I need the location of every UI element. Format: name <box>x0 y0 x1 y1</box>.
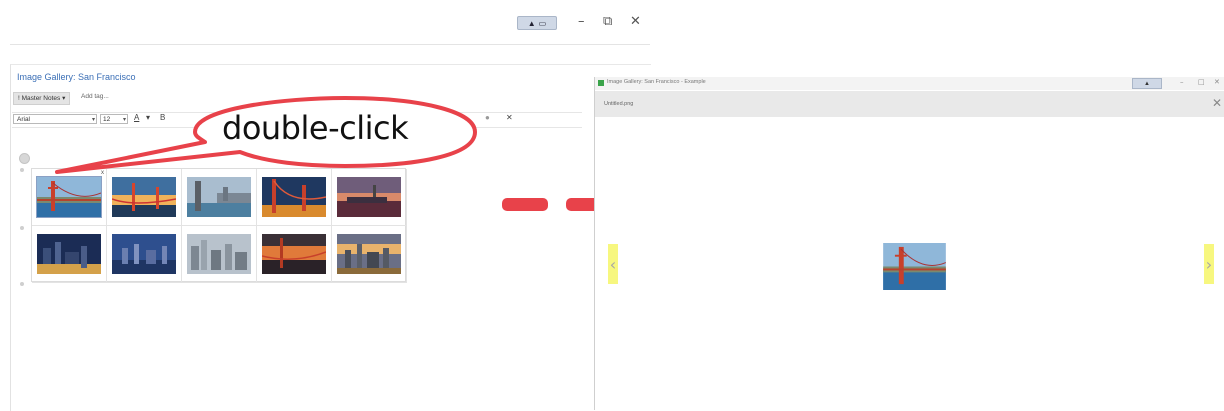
golden-gate-night-thumbnail[interactable] <box>262 177 326 217</box>
panel-icon: ▭ <box>538 18 547 28</box>
callout-text: double-click <box>222 109 409 147</box>
downtown-aerial-thumbnail[interactable] <box>187 234 251 274</box>
skyline-blue-hour-thumbnail[interactable] <box>112 234 176 274</box>
gallery-cell <box>182 169 257 226</box>
gallery-cell <box>107 169 182 226</box>
viewer-toggle-button[interactable]: ▲ <box>1132 78 1162 89</box>
close-icon[interactable]: ✕ <box>1212 96 1222 110</box>
skyline-dusk-thumbnail[interactable] <box>337 177 401 217</box>
viewer-toolbar <box>595 91 1224 117</box>
gallery-cell <box>107 226 182 283</box>
gallery-cell <box>32 226 107 283</box>
gallery-cell <box>332 226 407 283</box>
skyline-sunset-thumbnail[interactable] <box>337 234 401 274</box>
page-title[interactable]: Image Gallery: San Francisco <box>17 72 136 82</box>
font-family-value: Arial <box>17 116 31 123</box>
viewer-minimize-button[interactable]: – <box>1180 78 1184 86</box>
city-night-thumbnail[interactable] <box>37 234 101 274</box>
viewer-window-close-button[interactable]: ✕ <box>1214 78 1220 86</box>
remove-format-icon[interactable]: ✕ <box>506 113 513 122</box>
gallery-cell <box>182 226 257 283</box>
chevron-right-icon: › <box>1205 254 1213 274</box>
gallery-cell <box>257 226 332 283</box>
image-gallery-table: x <box>31 168 407 283</box>
file-name: Untitled.png <box>604 101 634 107</box>
previous-image-button[interactable]: ‹ <box>608 244 618 284</box>
gallery-cell: x <box>32 169 107 226</box>
ribbon-toggle-button[interactable]: ▲ ▭ <box>517 16 557 30</box>
golden-gate-sunset-thumbnail[interactable] <box>112 177 176 217</box>
gallery-cell <box>332 169 407 226</box>
golden-gate-thumbnail[interactable] <box>36 176 102 218</box>
viewer-title: Image Gallery: San Francisco - Example <box>607 79 706 85</box>
container-grip-handle[interactable] <box>19 153 30 164</box>
caret-up-icon: ▲ <box>527 18 536 28</box>
next-image-button[interactable]: › <box>1204 244 1214 284</box>
restore-button[interactable]: ⧉ <box>603 14 612 29</box>
margin-dot <box>20 226 24 230</box>
chevron-left-icon: ‹ <box>609 254 617 274</box>
minimize-button[interactable]: – <box>578 14 585 29</box>
bridge-fog-sunset-thumbnail[interactable] <box>262 234 326 274</box>
app-icon <box>598 80 604 86</box>
bay-bridge-thumbnail[interactable] <box>187 177 251 217</box>
caret-up-icon: ▲ <box>1144 80 1150 87</box>
close-button[interactable]: ✕ <box>630 14 641 29</box>
golden-gate-image <box>883 243 946 290</box>
margin-dot <box>20 282 24 286</box>
gallery-cell <box>257 169 332 226</box>
viewer-maximize-button[interactable]: □ <box>1198 78 1205 86</box>
ribbon-divider <box>10 44 650 45</box>
margin-dot <box>20 168 24 172</box>
record-icon[interactable]: ● <box>485 113 490 122</box>
